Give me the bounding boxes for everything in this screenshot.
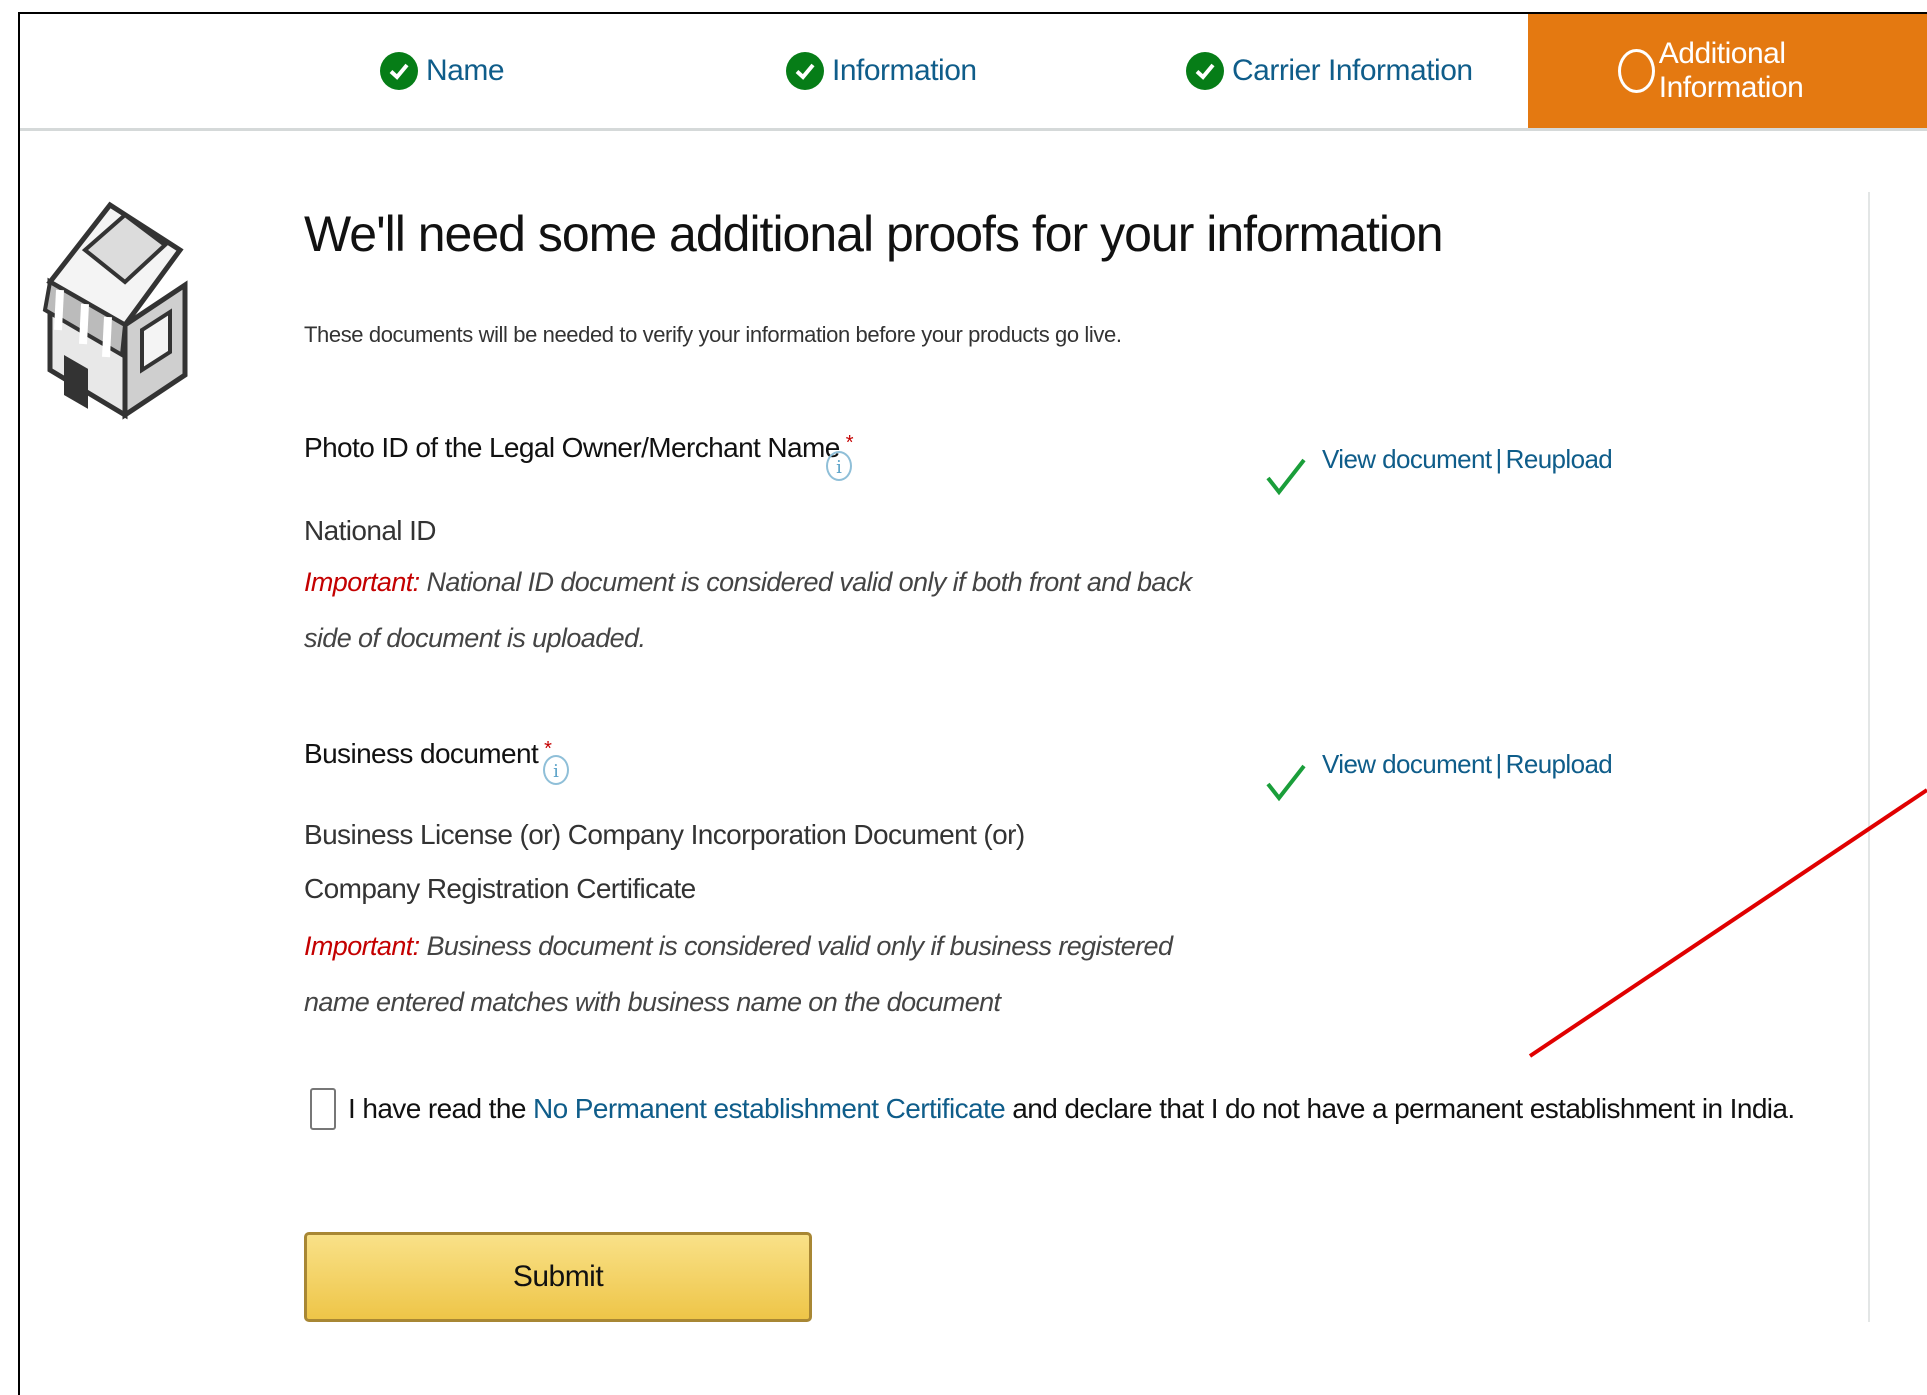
doc-label-text: Photo ID of the Legal Owner/Merchant Nam… [304,432,840,463]
progress-stepper: Name Information Carrier Information Add… [20,14,1927,131]
doc-type-text: National ID [304,515,437,546]
step-additional-information[interactable]: Additional Information [1528,14,1927,128]
storefront-icon [42,201,188,420]
step-label: Additional Information [1658,37,1804,104]
step-name[interactable]: Name [380,14,505,128]
doc-photo-id-label: Photo ID of the Legal Owner/Merchant Nam… [304,432,853,464]
separator: | [1495,749,1503,779]
view-document-link[interactable]: View document [1322,749,1492,779]
step-label: Information [832,54,977,87]
step-carrier-information[interactable]: Carrier Information [1186,14,1473,128]
doc-label-text: Business document [304,738,539,769]
page-title: We'll need some additional proofs for yo… [304,206,1444,262]
reupload-link[interactable]: Reupload [1506,749,1613,779]
separator: | [1495,444,1503,474]
important-note: Important: Business document is consider… [304,918,1184,1030]
doc-photo-id-actions: View document | Reupload [1322,444,1613,475]
declaration-prefix: I have read the [348,1093,526,1124]
important-label: Important: [304,567,420,597]
declaration-suffix: and declare that I do not have a permane… [1012,1093,1795,1124]
important-note: Important: National ID document is consi… [304,554,1204,666]
step-label: Carrier Information [1232,54,1473,87]
info-icon[interactable]: i [826,451,852,481]
declaration-row: I have read the No Permanent establishme… [310,1088,1795,1130]
column-divider [1868,192,1870,1322]
check-circle-icon [380,52,418,90]
important-text: National ID document is considered valid… [304,567,1192,653]
doc-type-text: Business License (or) Company Incorporat… [304,819,1025,904]
important-text: Business document is considered valid on… [304,931,1173,1017]
check-circle-icon [786,52,824,90]
info-icon[interactable]: i [543,755,569,785]
checkmark-icon [1266,764,1306,802]
required-asterisk: * [845,432,854,454]
step-information[interactable]: Information [786,14,977,128]
submit-button[interactable]: Submit [304,1232,812,1322]
declaration-checkbox[interactable] [310,1088,336,1130]
step-label: Name [426,54,505,87]
checkmark-icon [1266,458,1306,496]
doc-business-label: Business document * [304,738,552,770]
page-subtitle: These documents will be needed to verify… [304,322,1122,347]
check-circle-icon [1186,52,1224,90]
certificate-link[interactable]: No Permanent establishment Certificate [533,1093,1006,1125]
important-label: Important: [304,931,420,961]
view-document-link[interactable]: View document [1322,444,1492,474]
doc-business-actions: View document | Reupload [1322,749,1613,780]
empty-circle-icon [1618,49,1655,93]
reupload-link[interactable]: Reupload [1506,444,1613,474]
